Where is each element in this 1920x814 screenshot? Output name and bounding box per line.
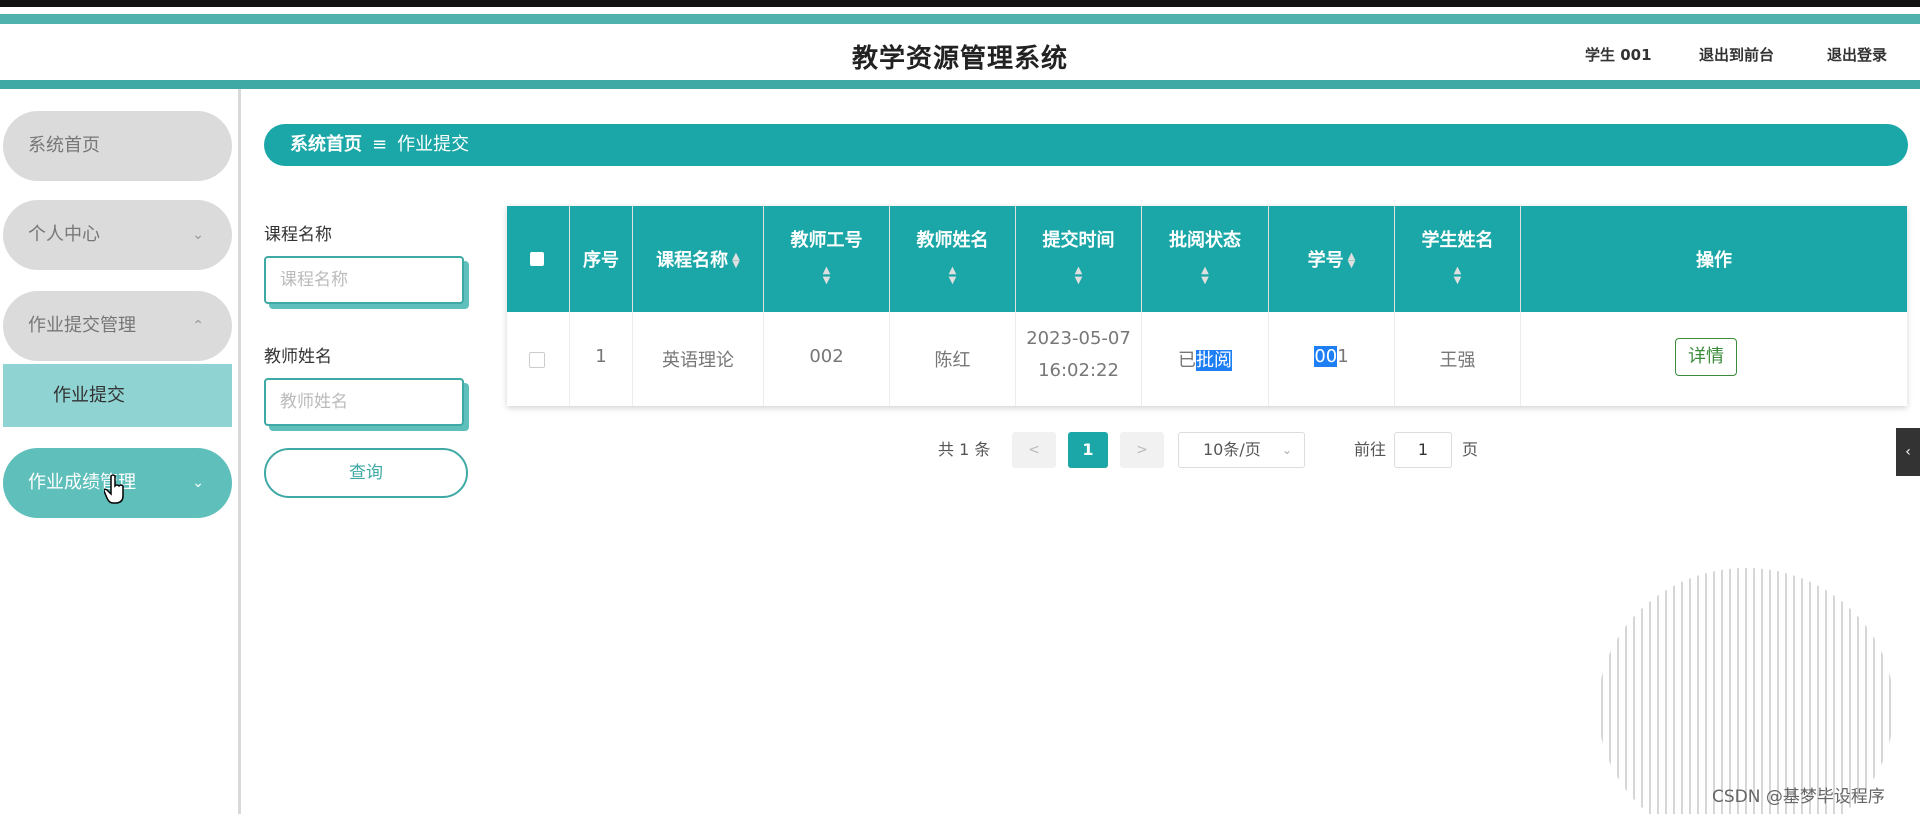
select-all-checkbox[interactable] bbox=[530, 252, 544, 266]
cell-value: 002 bbox=[809, 346, 844, 367]
detail-button[interactable]: 详情 bbox=[1675, 338, 1737, 376]
header-bottom-bar bbox=[0, 80, 1920, 89]
sidebar-item-homework-submission[interactable]: 作业提交管理 ⌃ bbox=[3, 291, 232, 361]
chevron-left-icon: ‹ bbox=[1905, 444, 1911, 460]
sort-icon: ▲ ▼ bbox=[948, 265, 957, 286]
cell-index: 1 bbox=[570, 312, 633, 406]
course-name-label: 课程名称 bbox=[264, 225, 332, 245]
collapse-panel-button[interactable]: ‹ bbox=[1896, 428, 1920, 476]
cell-value: 王强 bbox=[1439, 350, 1476, 371]
student-id-rest: 1 bbox=[1337, 346, 1349, 367]
sort-icon: ▲ ▼ bbox=[1347, 251, 1356, 270]
column-label: 教师姓名 bbox=[916, 230, 989, 251]
teacher-name-input[interactable] bbox=[264, 378, 464, 426]
column-label: 学生姓名 bbox=[1421, 230, 1494, 251]
column-label-wrap: 学号 ▲ ▼ bbox=[1269, 246, 1394, 272]
page-number-current[interactable]: 1 bbox=[1068, 432, 1108, 468]
page-suffix-label: 页 bbox=[1462, 440, 1479, 459]
cell-student-name: 王强 bbox=[1395, 312, 1521, 406]
cell-value: 1 bbox=[595, 346, 607, 367]
row-checkbox[interactable] bbox=[529, 352, 545, 368]
breadcrumb-home[interactable]: 系统首页 bbox=[290, 134, 362, 155]
cell-teacher-id: 002 bbox=[764, 312, 890, 406]
chevron-down-icon: ⌄ bbox=[192, 475, 204, 491]
column-label: 课程名称 bbox=[656, 250, 729, 271]
select-all-cell bbox=[507, 206, 570, 312]
top-border bbox=[0, 0, 1920, 7]
page-size-value: 10条/页 bbox=[1203, 440, 1261, 459]
chevron-down-icon: ⌄ bbox=[192, 227, 204, 243]
chevron-down-icon: ⌄ bbox=[1281, 443, 1292, 457]
chevron-up-icon: ⌃ bbox=[192, 318, 204, 334]
sidebar-item-label: 作业提交管理 bbox=[28, 315, 136, 336]
column-header-student-id[interactable]: 学号 ▲ ▼ bbox=[1269, 206, 1395, 312]
column-label: 教师工号 bbox=[790, 230, 863, 251]
sort-icon: ▲ ▼ bbox=[732, 251, 740, 270]
cell-review-status: 已批阅 bbox=[1142, 312, 1269, 406]
homework-table: 序号 课程名称 ▲ ▼ 教师工号 ▲ ▼ 教师姓名 ▲ ▼ 提交时间 ▲ ▼ 批阅状态 ▲… bbox=[507, 206, 1907, 406]
hand-cursor-icon bbox=[104, 474, 124, 504]
sort-icon: ▲ ▼ bbox=[1074, 265, 1083, 286]
column-header-review-status[interactable]: 批阅状态 ▲ ▼ bbox=[1142, 206, 1269, 312]
cell-date: 2023-05-07 bbox=[1026, 328, 1131, 349]
column-label: 提交时间 bbox=[1042, 230, 1115, 251]
column-header-student-name[interactable]: 学生姓名 ▲ ▼ bbox=[1395, 206, 1521, 312]
status-selected-text: 批阅 bbox=[1196, 350, 1232, 371]
status-prefix: 已 bbox=[1178, 350, 1196, 371]
sort-icon: ▲ ▼ bbox=[822, 265, 831, 286]
column-header-index: 序号 bbox=[570, 206, 633, 312]
cell-value-wrap: 001 bbox=[1269, 346, 1394, 367]
column-label: 序号 bbox=[583, 250, 619, 271]
goto-page-input[interactable]: 1 bbox=[1394, 432, 1452, 468]
table-header: 序号 课程名称 ▲ ▼ 教师工号 ▲ ▼ 教师姓名 ▲ ▼ 提交时间 ▲ ▼ 批阅状态 ▲… bbox=[507, 206, 1907, 312]
column-label: 操作 bbox=[1696, 250, 1732, 271]
breadcrumb: 系统首页 ≡ 作业提交 bbox=[264, 124, 1908, 166]
column-header-teacher-id[interactable]: 教师工号 ▲ ▼ bbox=[764, 206, 890, 312]
column-label-wrap: 课程名称 ▲ ▼ bbox=[633, 246, 763, 272]
next-page-button[interactable]: > bbox=[1120, 432, 1164, 468]
menu-icon: ≡ bbox=[372, 134, 388, 155]
cell-submit-time: 2023-05-07 16:02:22 bbox=[1016, 312, 1142, 406]
breadcrumb-current: 作业提交 bbox=[397, 134, 470, 155]
sidebar-subitem-label: 作业提交 bbox=[53, 385, 125, 406]
column-header-submit-time[interactable]: 提交时间 ▲ ▼ bbox=[1016, 206, 1142, 312]
app-header: 教学资源管理系统 学生 001 退出到前台 退出登录 bbox=[0, 32, 1920, 82]
column-header-teacher-name[interactable]: 教师姓名 ▲ ▼ bbox=[890, 206, 1016, 312]
teacher-name-label: 教师姓名 bbox=[264, 347, 332, 367]
sidebar-item-label: 个人中心 bbox=[28, 224, 100, 245]
exit-to-front-link[interactable]: 退出到前台 bbox=[1699, 44, 1774, 65]
cell-student-id: 001 bbox=[1269, 312, 1395, 406]
student-id-selected-text: 00 bbox=[1314, 346, 1338, 367]
sidebar-item-home[interactable]: 系统首页 bbox=[3, 111, 232, 181]
cell-value: 英语理论 bbox=[662, 350, 734, 371]
sort-icon: ▲ ▼ bbox=[1453, 265, 1462, 286]
cell-course: 英语理论 bbox=[633, 312, 764, 406]
top-accent-bar bbox=[0, 14, 1920, 24]
sidebar-subitem-homework-submit[interactable]: 作业提交 bbox=[3, 364, 232, 427]
cell-value-wrap: 已批阅 bbox=[1142, 346, 1268, 372]
table-row: 1 英语理论 002 陈红 2023-05-07 16:02:22 已批阅 00… bbox=[507, 312, 1907, 406]
watermark-text: CSDN @基梦毕设程序 bbox=[1712, 787, 1885, 807]
cell-actions: 详情 bbox=[1521, 312, 1907, 406]
cell-time: 16:02:22 bbox=[1038, 360, 1119, 381]
query-button[interactable]: 查询 bbox=[264, 448, 468, 498]
sort-icon: ▲ ▼ bbox=[1201, 265, 1209, 286]
column-label: 批阅状态 bbox=[1169, 230, 1241, 251]
cell-teacher-name: 陈红 bbox=[890, 312, 1016, 406]
pagination-total: 共 1 条 bbox=[938, 440, 991, 459]
sidebar-item-personal-center[interactable]: 个人中心 ⌄ bbox=[3, 200, 232, 270]
user-label: 学生 001 bbox=[1585, 46, 1652, 64]
course-name-input[interactable] bbox=[264, 256, 464, 304]
logout-link[interactable]: 退出登录 bbox=[1827, 44, 1887, 65]
sidebar-item-label: 系统首页 bbox=[28, 135, 100, 156]
goto-label: 前往 bbox=[1354, 440, 1387, 459]
column-label: 学号 bbox=[1307, 250, 1344, 271]
column-header-course[interactable]: 课程名称 ▲ ▼ bbox=[633, 206, 764, 312]
page-size-select[interactable]: 10条/页 ⌄ bbox=[1178, 432, 1305, 468]
cell-value: 陈红 bbox=[934, 350, 971, 371]
row-select-cell bbox=[507, 312, 570, 406]
column-header-actions: 操作 bbox=[1521, 206, 1907, 312]
decorative-stripes-graphic bbox=[1601, 568, 1891, 814]
prev-page-button[interactable]: < bbox=[1012, 432, 1056, 468]
